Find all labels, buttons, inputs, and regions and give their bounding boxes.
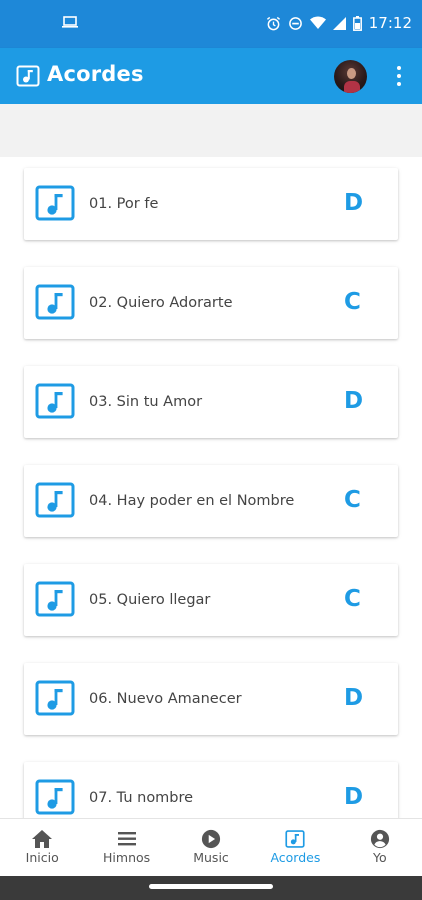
- song-key: C: [344, 487, 361, 513]
- song-card[interactable]: 02. Quiero Adorarte C: [24, 267, 398, 339]
- nav-label: Himnos: [103, 850, 151, 865]
- battery-icon: [352, 15, 362, 31]
- music-note-icon: [35, 482, 75, 518]
- nav-item-inicio[interactable]: Inicio: [0, 819, 84, 877]
- avatar[interactable]: [334, 60, 367, 93]
- song-key: D: [344, 388, 364, 414]
- song-card[interactable]: 06. Nuevo Amanecer D: [24, 663, 398, 735]
- song-key: C: [344, 289, 361, 315]
- song-key: C: [344, 586, 361, 612]
- gesture-bar: [0, 876, 422, 900]
- song-title: 01. Por fe: [89, 196, 159, 212]
- page-title: Acordes: [47, 62, 144, 86]
- nav-label: Yo: [373, 850, 387, 865]
- nav-item-music[interactable]: Music: [169, 819, 253, 877]
- home-icon: [0, 829, 84, 849]
- nav-item-yo[interactable]: Yo: [338, 819, 422, 877]
- song-key: D: [344, 784, 364, 810]
- song-title: 05. Quiero llegar: [89, 592, 211, 608]
- song-title: 02. Quiero Adorarte: [89, 295, 233, 311]
- list-icon: [84, 829, 168, 849]
- status-time: 17:12: [368, 14, 412, 32]
- song-card[interactable]: 05. Quiero llegar C: [24, 564, 398, 636]
- song-title: 03. Sin tu Amor: [89, 394, 203, 410]
- music-note-icon: [35, 680, 75, 716]
- music-note-icon: [35, 779, 75, 815]
- music-note-icon: [35, 284, 75, 320]
- music-note-icon: [16, 64, 40, 88]
- status-icons: 17:12: [266, 14, 412, 32]
- laptop-icon: [62, 16, 78, 28]
- song-card[interactable]: 03. Sin tu Amor D: [24, 366, 398, 438]
- play-circle-icon: [169, 829, 253, 849]
- home-gesture-handle[interactable]: [149, 884, 273, 889]
- song-list: 01. Por fe D 02. Quiero Adorarte C 03. Sin t…: [24, 168, 398, 861]
- header-spacer: [0, 104, 422, 157]
- song-title: 06. Nuevo Amanecer: [89, 691, 242, 707]
- music-note-icon: [35, 581, 75, 617]
- music-note-icon: [253, 829, 337, 849]
- song-key: D: [344, 685, 364, 711]
- signal-icon: [332, 16, 346, 30]
- nav-item-acordes[interactable]: Acordes: [253, 819, 337, 877]
- alarm-icon: [266, 16, 281, 31]
- wifi-icon: [309, 16, 326, 30]
- do-not-disturb-icon: [288, 16, 303, 31]
- account-circle-icon: [338, 829, 422, 849]
- more-vert-icon[interactable]: [392, 66, 406, 88]
- nav-label: Inicio: [25, 850, 59, 865]
- nav-label: Acordes: [270, 850, 321, 865]
- nav-label: Music: [193, 850, 229, 865]
- bottom-navigation: Inicio Himnos Music Acordes Yo: [0, 818, 422, 877]
- song-card[interactable]: 04. Hay poder en el Nombre C: [24, 465, 398, 537]
- song-card[interactable]: 01. Por fe D: [24, 168, 398, 240]
- song-title: 07. Tu nombre: [89, 790, 194, 806]
- music-note-icon: [35, 383, 75, 419]
- nav-item-himnos[interactable]: Himnos: [84, 819, 168, 877]
- song-key: D: [344, 190, 364, 216]
- song-title: 04. Hay poder en el Nombre: [89, 493, 295, 509]
- music-note-icon: [35, 185, 75, 221]
- status-bar: 17:12: [0, 0, 422, 48]
- app-bar: Acordes: [0, 48, 422, 104]
